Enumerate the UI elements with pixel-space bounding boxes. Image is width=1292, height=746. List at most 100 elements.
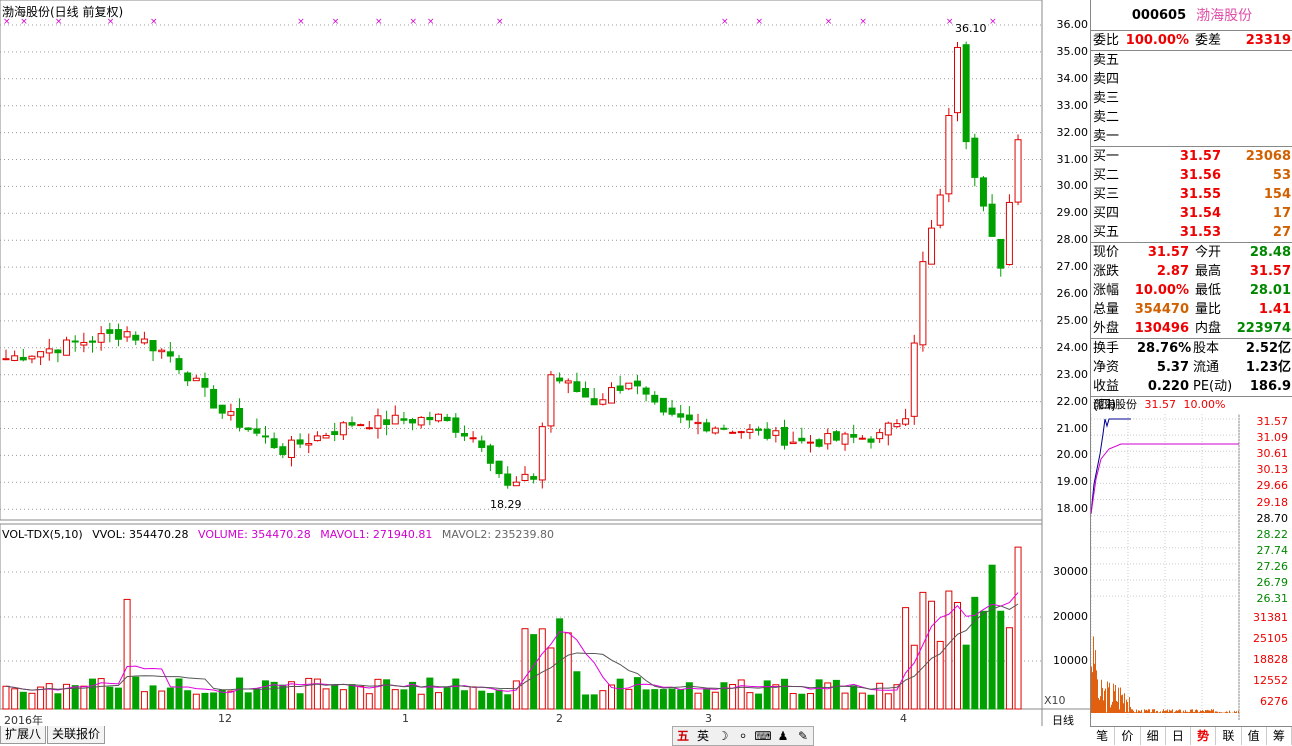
stat-value: 2.87 (1156, 264, 1189, 279)
candle-body (910, 342, 918, 417)
high-annotation: 36.10 (955, 22, 987, 35)
stat-row: 净资 5.37 流通 1.23亿 (1091, 358, 1292, 377)
mini-price-axis-label: 26.31 (1256, 592, 1289, 606)
stat-value: 186.9 (1249, 379, 1291, 394)
volume-bar (997, 610, 1005, 710)
event-marker: × (859, 17, 867, 27)
vol-volume: VOLUME: 354470.28 (198, 528, 311, 541)
panel-tab[interactable]: 细 (1141, 727, 1166, 745)
candle-body (262, 435, 269, 438)
volume-bar (262, 680, 269, 710)
volume-bar (400, 689, 408, 710)
chart-title: 渤海股份(日线 前复权) (2, 5, 124, 19)
stat-value: 0.220 (1147, 379, 1189, 394)
period-label[interactable]: 日线 (1052, 712, 1074, 728)
mini-volume-axis-label: 31381 (1253, 611, 1288, 624)
candle-body (616, 385, 624, 391)
sell-row: 卖五 (1091, 51, 1292, 70)
sell-book: 卖五 卖四 卖三 卖二 卖一 (1091, 50, 1292, 146)
price-axis-label: 34.00 (1056, 71, 1089, 85)
price-axis-label: 30.00 (1056, 179, 1089, 193)
mini-volume-axis-label: 18828 (1253, 653, 1288, 666)
volume-bar (270, 681, 278, 710)
candle-body (63, 339, 71, 356)
stock-name[interactable]: 渤海股份 (1196, 5, 1252, 25)
volume-axis-label: 10000 (1053, 654, 1088, 667)
volume-bar (945, 590, 953, 710)
date-axis-label: 2016年 (4, 714, 43, 727)
buy-vol: 154 (1263, 187, 1291, 202)
mini-price-axis-label: 27.26 (1256, 559, 1289, 573)
volume-bar (37, 686, 45, 710)
volume-bar (132, 676, 140, 710)
sell-row: 卖三 (1091, 89, 1292, 108)
candle-body (547, 374, 555, 427)
stats-block-1: 现价 31.57 今开 28.48 涨跌 2.87 最高 31.57 涨幅 10.00% 最低 28.… (1091, 242, 1292, 338)
panel-tab[interactable]: 笔 (1090, 727, 1116, 745)
candle-body (210, 388, 218, 409)
stat-row: 换手 28.76% 股本 2.52亿 (1091, 339, 1292, 358)
candle-body (287, 439, 295, 458)
stat-value: 1.23亿 (1245, 360, 1291, 375)
volume-bar (928, 600, 936, 710)
tab-extension[interactable]: 扩展八 (0, 726, 47, 744)
panel-tab[interactable]: 日 (1166, 727, 1191, 745)
buy-row: 买三 31.55 154 (1091, 185, 1292, 204)
panel-tab[interactable]: 值 (1242, 727, 1267, 745)
candle-body (192, 377, 200, 382)
candle-body (28, 355, 36, 360)
candle-body (391, 414, 399, 425)
candle-body (564, 380, 572, 384)
volume-bar (348, 684, 356, 710)
candle-body (806, 441, 814, 444)
event-marker: × (297, 17, 305, 27)
volume-bar (322, 688, 330, 710)
volume-bar (815, 679, 823, 710)
candle-body (746, 428, 754, 433)
candle-body (331, 431, 339, 436)
tab-related-quotes[interactable]: 关联报价 (47, 726, 106, 744)
volume-bar (573, 671, 581, 710)
ime-settings-icon[interactable]: ✎ (793, 727, 813, 745)
panel-tab[interactable]: 势 (1191, 727, 1217, 745)
stat-value: 130496 (1134, 321, 1189, 336)
volume-bar (867, 694, 875, 710)
volume-bar (547, 647, 555, 710)
panel-tab[interactable]: 筹 (1267, 727, 1292, 745)
price-axis-label: 18.00 (1056, 502, 1089, 516)
kline-chart[interactable]: × × × × × × × × × × × × × × × × × (0, 0, 1090, 726)
volume-bar (287, 681, 295, 710)
volume-bar (893, 684, 901, 710)
candle-body (815, 439, 823, 447)
volume-bar (711, 691, 719, 710)
panel-tab[interactable]: 联 (1216, 727, 1242, 745)
candle-body (867, 438, 875, 443)
candle-body (988, 203, 996, 237)
candle-body (789, 441, 797, 445)
volume-bar (106, 686, 114, 710)
volume-bar (279, 684, 287, 710)
candle-body (54, 349, 62, 354)
volume-bar (694, 692, 702, 710)
ime-user-icon[interactable]: ♟ (773, 727, 793, 745)
stock-code: 000605 (1131, 7, 1187, 23)
ime-wubi-icon[interactable]: 五 (673, 727, 693, 745)
panel-tab[interactable]: 价 (1115, 727, 1141, 745)
candle-body (296, 439, 304, 445)
candle-body (97, 333, 105, 343)
ime-keyboard-icon[interactable]: ⌨ (753, 727, 773, 745)
candle-body (538, 426, 546, 481)
candle-body (824, 433, 832, 445)
stats-block-2: 换手 28.76% 股本 2.52亿 净资 5.37 流通 1.23亿 收益(四) 0.220 PE… (1091, 338, 1292, 413)
volume-bar (521, 628, 529, 710)
ime-punct-icon[interactable]: ⸰ (733, 727, 753, 745)
volume-bar (357, 685, 365, 710)
ime-english-icon[interactable]: 英 (693, 727, 713, 745)
volume-scale: X10 (1044, 694, 1066, 707)
volume-bar (703, 688, 711, 710)
ime-moon-icon[interactable]: ☽ (713, 727, 733, 745)
stat-label: 流通 (1193, 360, 1220, 375)
volume-bar (339, 689, 347, 710)
buy-row: 买四 31.54 17 (1091, 204, 1292, 223)
volume-bar (633, 677, 641, 710)
